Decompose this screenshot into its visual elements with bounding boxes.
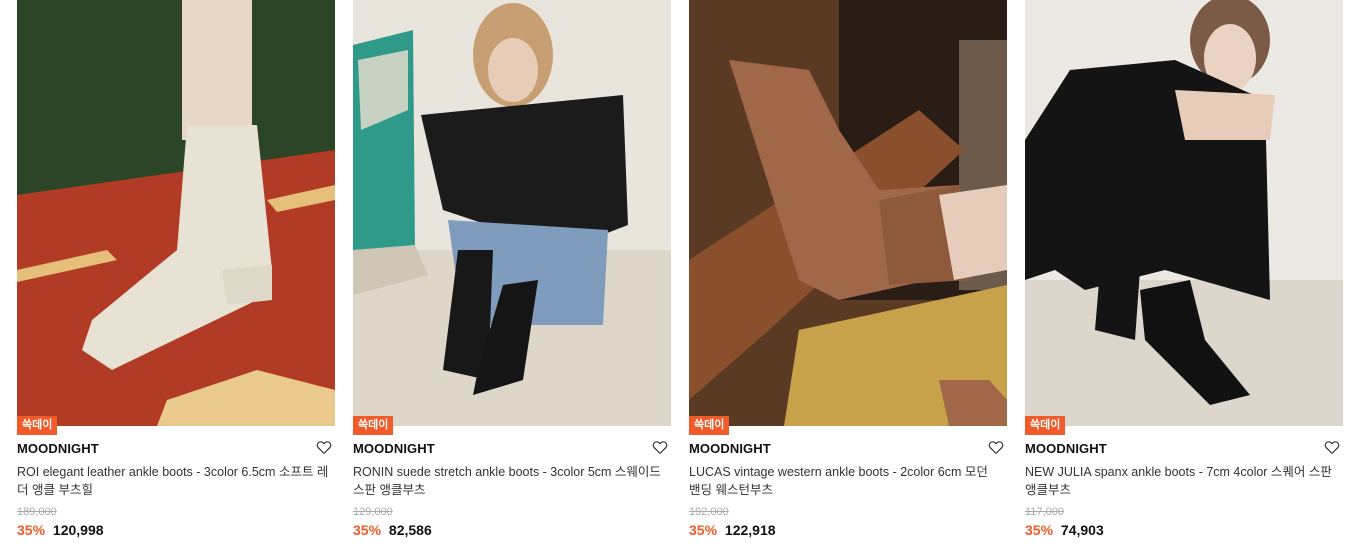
original-price: 129,000 (353, 506, 393, 518)
product-card[interactable]: 쓱데이 MOODNIGHT LUCAS vintage western ankl… (689, 0, 1007, 546)
sale-price: 122,918 (724, 522, 776, 538)
product-image[interactable] (17, 0, 335, 426)
promo-badge: 쓱데이 (1025, 416, 1066, 435)
promo-badge: 쓱데이 (689, 416, 730, 435)
heart-outline-icon[interactable] (651, 438, 669, 456)
discount-rate: 35% (1025, 522, 1054, 538)
product-image[interactable] (1025, 0, 1343, 426)
product-name[interactable]: NEW JULIA spanx ankle boots - 7cm 4color… (1025, 463, 1337, 499)
price-row: 35% 82,586 (353, 522, 432, 538)
sale-price: 82,586 (388, 522, 432, 538)
brand-name[interactable]: MOODNIGHT (689, 441, 771, 456)
product-card[interactable]: 쓱데이 MOODNIGHT NEW JULIA spanx ankle boot… (1025, 0, 1343, 546)
original-price: 117,000 (1025, 506, 1064, 518)
product-image[interactable] (353, 0, 671, 426)
brand-name[interactable]: MOODNIGHT (1025, 441, 1107, 456)
brand-name[interactable]: MOODNIGHT (17, 441, 99, 456)
price-row: 35% 122,918 (689, 522, 776, 538)
discount-rate: 35% (17, 522, 46, 538)
discount-rate: 35% (353, 522, 382, 538)
heart-outline-icon[interactable] (315, 438, 333, 456)
discount-rate: 35% (689, 522, 718, 538)
brand-name[interactable]: MOODNIGHT (353, 441, 435, 456)
promo-badge: 쓱데이 (17, 416, 58, 435)
promo-badge: 쓱데이 (353, 416, 394, 435)
product-card[interactable]: 쓱데이 MOODNIGHT RONIN suede stretch ankle … (353, 0, 671, 546)
product-image[interactable] (689, 0, 1007, 426)
sale-price: 120,998 (52, 522, 104, 538)
original-price: 189,000 (17, 506, 57, 518)
price-row: 35% 120,998 (17, 522, 104, 538)
heart-outline-icon[interactable] (1323, 438, 1341, 456)
product-name[interactable]: LUCAS vintage western ankle boots - 2col… (689, 463, 1001, 499)
original-price: 192,000 (689, 506, 729, 518)
price-row: 35% 74,903 (1025, 522, 1104, 538)
product-name[interactable]: RONIN suede stretch ankle boots - 3color… (353, 463, 665, 499)
sale-price: 74,903 (1060, 522, 1104, 538)
product-card[interactable]: 쓱데이 MOODNIGHT ROI elegant leather ankle … (17, 0, 335, 546)
heart-outline-icon[interactable] (987, 438, 1005, 456)
product-name[interactable]: ROI elegant leather ankle boots - 3color… (17, 463, 329, 499)
